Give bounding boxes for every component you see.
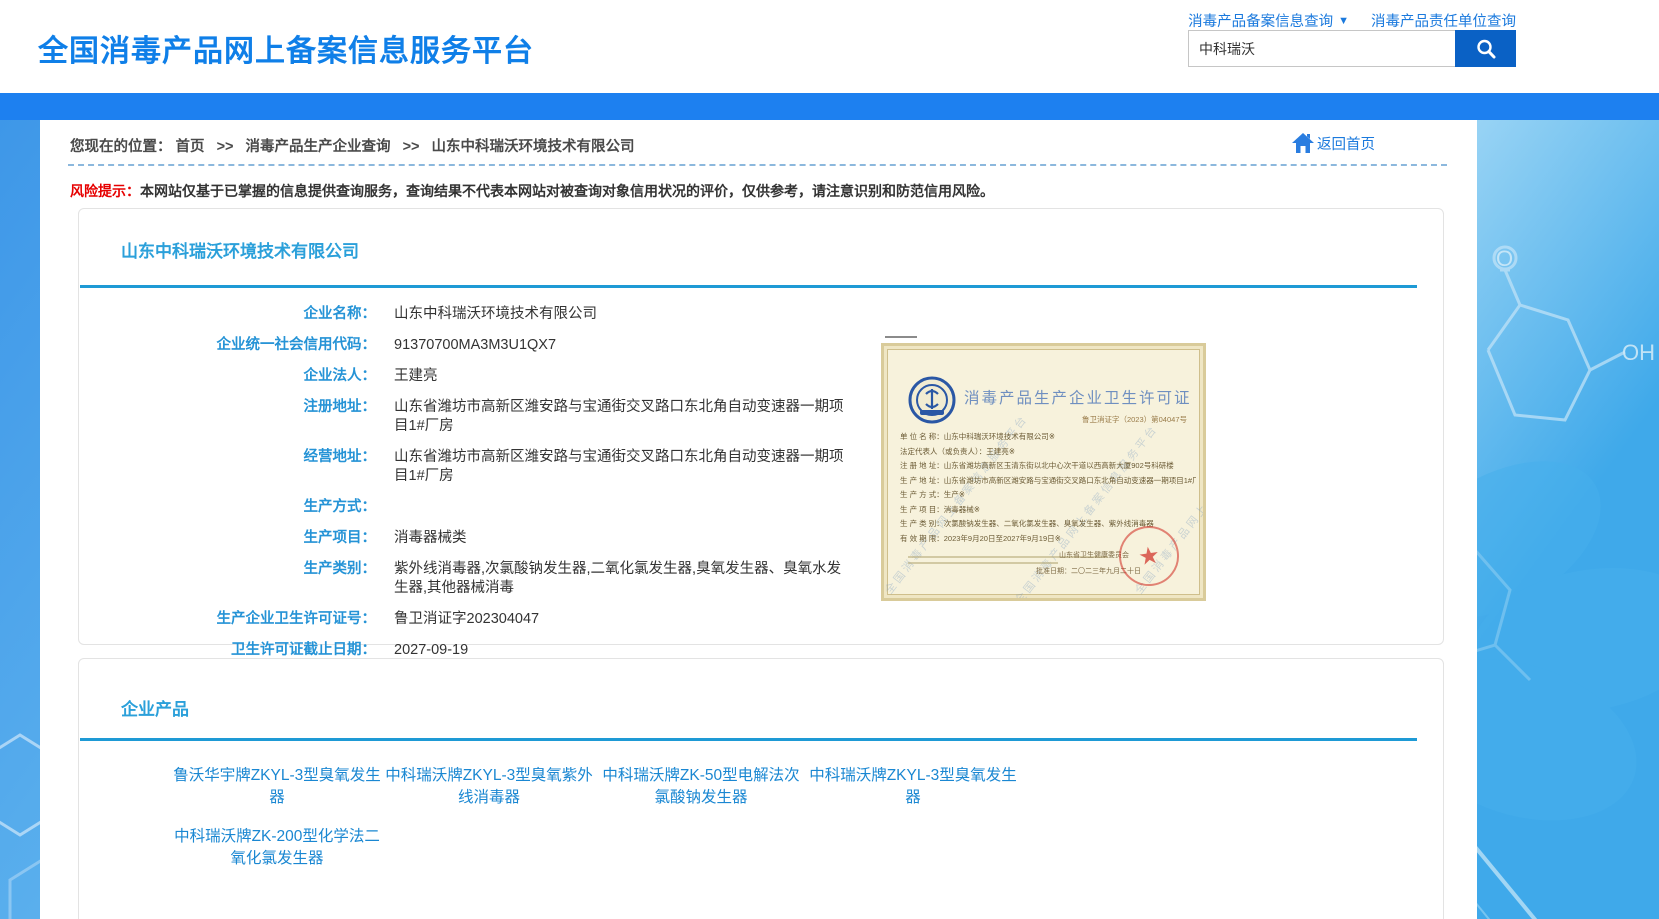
product-list: 鲁沃华宇牌ZKYL-3型臭氧发生器 中科瑞沃牌ZKYL-3型臭氧紫外线消毒器 中… <box>171 765 1031 887</box>
company-card: 山东中科瑞沃环境技术有限公司 企业名称： 山东中科瑞沃环境技术有限公司 企业统一… <box>78 208 1444 645</box>
back-home-link[interactable]: 返回首页 <box>1291 132 1375 154</box>
field-row-license-number: 生产企业卫生许可证号： 鲁卫消证字202304047 <box>79 610 979 629</box>
products-card-title: 企业产品 <box>121 695 189 720</box>
search-icon <box>1474 37 1498 61</box>
product-link[interactable]: 中科瑞沃牌ZK-50型电解法次氯酸钠发生器 <box>595 765 807 809</box>
breadcrumb-item-enterprise-query[interactable]: 消毒产品生产企业查询 <box>246 139 391 155</box>
content-panel: 您现在的位置： 首页 >> 消毒产品生产企业查询 >> 山东中科瑞沃环境技术有限… <box>40 120 1477 919</box>
field-row-production-mode: 生产方式： <box>79 498 979 517</box>
product-link[interactable]: 鲁沃华宇牌ZKYL-3型臭氧发生器 <box>171 765 383 809</box>
back-home-label: 返回首页 <box>1317 133 1375 154</box>
header-accent-bar <box>0 93 1659 120</box>
field-row-legal-person: 企业法人： 王建亮 <box>79 367 979 386</box>
breadcrumb: 您现在的位置： 首页 >> 消毒产品生产企业查询 >> 山东中科瑞沃环境技术有限… <box>70 135 635 156</box>
product-link[interactable]: 中科瑞沃牌ZKYL-3型臭氧发生器 <box>807 765 1019 809</box>
certificate-title: 消毒产品生产企业卫生许可证 <box>964 386 1192 408</box>
breadcrumb-prefix: 您现在的位置： <box>70 139 172 155</box>
company-fields: 企业名称： 山东中科瑞沃环境技术有限公司 企业统一社会信用代码： 9137070… <box>79 305 979 672</box>
risk-notice: 风险提示：本网站仅基于已掌握的信息提供查询服务，查询结果不代表本网站对被查询对象… <box>70 181 994 201</box>
products-card: 企业产品 鲁沃华宇牌ZKYL-3型臭氧发生器 中科瑞沃牌ZKYL-3型臭氧紫外线… <box>78 658 1444 919</box>
health-commission-emblem-icon <box>908 376 956 424</box>
search-input[interactable] <box>1188 30 1455 67</box>
product-link[interactable]: 中科瑞沃牌ZKYL-3型臭氧紫外线消毒器 <box>383 765 595 809</box>
field-row-registered-address: 注册地址： 山东省潍坊市高新区潍安路与宝通街交叉路口东北角自动变速器一期项目1#… <box>79 398 979 436</box>
svg-text:OH: OH <box>1622 340 1655 365</box>
dashed-divider <box>68 164 1447 166</box>
chevron-down-icon: ▼ <box>1338 15 1349 27</box>
nav-responsible-unit-query[interactable]: 消毒产品责任单位查询 <box>1371 10 1516 31</box>
license-certificate-image: 全国消毒产品网上备案信息服务平台 全国消毒产品网上备案信息服务平台 全国消毒产品… <box>881 343 1206 601</box>
field-row-credit-code: 企业统一社会信用代码： 91370700MA3M3U1QX7 <box>79 336 979 355</box>
company-card-title: 山东中科瑞沃环境技术有限公司 <box>121 237 359 262</box>
field-row-production-category: 生产类别： 紫外线消毒器,次氯酸钠发生器,二氧化氯发生器,臭氧发生器、臭氧水发生… <box>79 560 979 598</box>
search-button[interactable] <box>1455 30 1516 67</box>
svg-text:O: O <box>1496 246 1513 271</box>
header: 全国消毒产品网上备案信息服务平台 消毒产品备案信息查询 ▼ 消毒产品责任单位查询 <box>0 0 1659 93</box>
breadcrumb-separator: >> <box>217 139 234 155</box>
card-title-underline <box>80 738 1417 741</box>
card-title-underline <box>80 285 1417 288</box>
field-row-company-name: 企业名称： 山东中科瑞沃环境技术有限公司 <box>79 305 979 324</box>
product-link[interactable]: 中科瑞沃牌ZK-200型化学法二氧化氯发生器 <box>171 826 383 870</box>
site-title: 全国消毒产品网上备案信息服务平台 <box>38 26 534 70</box>
home-icon <box>1291 132 1315 154</box>
search-bar <box>1188 30 1516 67</box>
breadcrumb-item-home[interactable]: 首页 <box>176 139 205 155</box>
certificate-artifact-dash <box>885 336 917 338</box>
nav-record-info-query[interactable]: 消毒产品备案信息查询 ▼ <box>1188 10 1349 31</box>
top-nav: 消毒产品备案信息查询 ▼ 消毒产品责任单位查询 <box>1188 10 1516 31</box>
risk-notice-text: 本网站仅基于已掌握的信息提供查询服务，查询结果不代表本网站对被查询对象信用状况的… <box>140 183 994 199</box>
breadcrumb-item-current: 山东中科瑞沃环境技术有限公司 <box>432 139 635 155</box>
field-row-production-project: 生产项目： 消毒器械类 <box>79 529 979 548</box>
risk-notice-label: 风险提示： <box>70 183 140 199</box>
field-row-business-address: 经营地址： 山东省潍坊市高新区潍安路与宝通街交叉路口东北角自动变速器一期项目1#… <box>79 448 979 486</box>
page: O OH 全国消毒产品网上备案信息服务平台 消毒产品备案信息查询 ▼ 消毒产品责… <box>0 0 1659 919</box>
breadcrumb-separator: >> <box>403 139 420 155</box>
certificate-number: 鲁卫消证字（2023）第04047号 <box>1082 414 1187 425</box>
